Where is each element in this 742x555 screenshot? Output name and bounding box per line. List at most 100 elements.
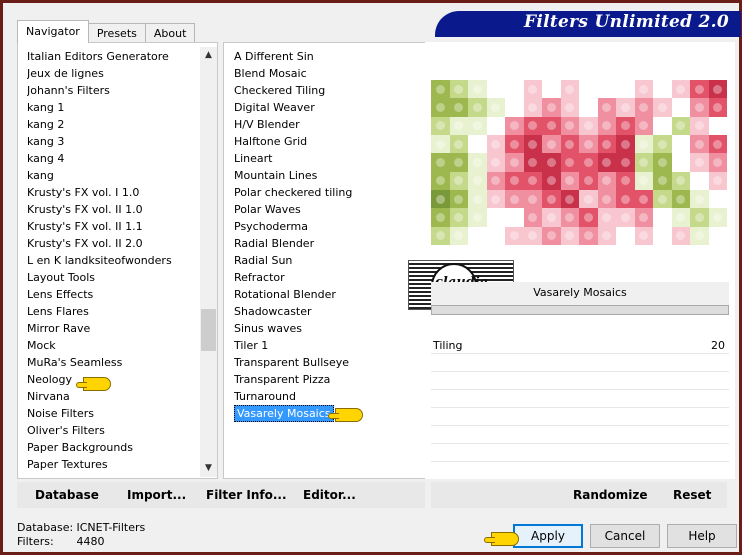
filter-list[interactable]: A Different Sin Blend Mosaic Checkered Til…: [234, 48, 422, 473]
category-item[interactable]: Jeux de lignes: [27, 65, 199, 82]
filter-item[interactable]: Blend Mosaic: [234, 65, 422, 82]
filters-label: Filters:: [17, 535, 54, 548]
tab-navigator[interactable]: Navigator: [17, 20, 89, 43]
reset-button[interactable]: Reset: [673, 488, 711, 502]
preview-tile: [616, 80, 635, 99]
right-button-bar: Randomize Reset: [431, 482, 727, 508]
category-item[interactable]: Layout Tools: [27, 269, 199, 286]
category-item[interactable]: kang: [27, 167, 199, 184]
filter-item[interactable]: Checkered Tiling: [234, 82, 422, 99]
preview-tile: [542, 226, 561, 245]
filter-item[interactable]: Lineart: [234, 150, 422, 167]
category-item[interactable]: kang 4: [27, 150, 199, 167]
preview-tile: [431, 171, 450, 190]
preview-tile: [597, 190, 616, 209]
preview-tile: [634, 226, 653, 245]
preview-slider[interactable]: [431, 305, 729, 315]
category-scrollbar[interactable]: ▲ ▼: [200, 47, 217, 477]
category-item[interactable]: Krusty's FX vol. II 1.1: [27, 218, 199, 235]
category-item[interactable]: Mock: [27, 337, 199, 354]
preview-tile: [523, 98, 542, 117]
import-button[interactable]: Import...: [127, 488, 186, 502]
category-item[interactable]: Mirror Rave: [27, 320, 199, 337]
filter-item[interactable]: Tiler 1: [234, 337, 422, 354]
filter-item[interactable]: Polar checkered tiling: [234, 184, 422, 201]
tab-about[interactable]: About: [144, 23, 196, 43]
preview-tile: [690, 190, 709, 209]
preview-tile: [449, 80, 468, 99]
filter-item-label: Refractor: [234, 271, 285, 284]
category-item[interactable]: Lens Flares: [27, 303, 199, 320]
preview-tile: [579, 116, 598, 135]
category-item[interactable]: Italian Editors Generatore: [27, 48, 199, 65]
preview-tile: [468, 171, 487, 190]
category-item[interactable]: MuRa's Seamless: [27, 354, 199, 371]
preview-tile: [597, 226, 616, 245]
filter-item[interactable]: Radial Sun: [234, 252, 422, 269]
category-item[interactable]: Oliver's Filters: [27, 422, 199, 439]
scroll-down-icon[interactable]: ▼: [200, 460, 217, 477]
filter-item-label: Lineart: [234, 152, 273, 165]
preview-tile: [505, 153, 524, 172]
filter-item[interactable]: Transparent Pizza: [234, 371, 422, 388]
param-row-tiling[interactable]: Tiling 20: [431, 336, 729, 354]
category-item[interactable]: L en K landksiteofwonders: [27, 252, 199, 269]
param-row-empty: [431, 372, 729, 390]
filter-item[interactable]: Digital Weaver: [234, 99, 422, 116]
param-value[interactable]: 20: [711, 339, 725, 352]
filter-item-label: Sinus waves: [234, 322, 302, 335]
preview-tile: [708, 171, 727, 190]
filter-item[interactable]: Refractor: [234, 269, 422, 286]
preview-tile: [708, 190, 727, 209]
category-item[interactable]: kang 2: [27, 116, 199, 133]
category-item[interactable]: Neology: [27, 371, 199, 388]
filter-item[interactable]: Mountain Lines: [234, 167, 422, 184]
preview-tile: [634, 135, 653, 154]
category-item[interactable]: kang 3: [27, 133, 199, 150]
filter-item[interactable]: Rotational Blender: [234, 286, 422, 303]
filter-item[interactable]: Turnaround: [234, 388, 422, 405]
category-item[interactable]: Krusty's FX vol. I 1.0: [27, 184, 199, 201]
filter-item[interactable]: H/V Blender: [234, 116, 422, 133]
preview-tile: [671, 153, 690, 172]
preview-tile: [449, 190, 468, 209]
category-list[interactable]: Italian Editors Generatore Jeux de lignes…: [27, 48, 199, 473]
scroll-thumb[interactable]: [201, 309, 216, 351]
filter-item-label: H/V Blender: [234, 118, 300, 131]
filter-item[interactable]: Transparent Bullseye: [234, 354, 422, 371]
filter-info-button[interactable]: Filter Info...: [206, 488, 287, 502]
category-item[interactable]: Krusty's FX vol. II 2.0: [27, 235, 199, 252]
category-item[interactable]: Paper Backgrounds: [27, 439, 199, 456]
randomize-button[interactable]: Randomize: [573, 488, 647, 502]
database-button[interactable]: Database: [35, 488, 99, 502]
preview-tile: [634, 190, 653, 209]
filter-item[interactable]: Sinus waves: [234, 320, 422, 337]
category-item[interactable]: Paper Textures: [27, 456, 199, 473]
category-item[interactable]: Noise Filters: [27, 405, 199, 422]
filter-item[interactable]: Polar Waves: [234, 201, 422, 218]
preview-tile: [579, 190, 598, 209]
preview-tile: [653, 80, 672, 99]
preview-tile: [523, 190, 542, 209]
filter-item[interactable]: Shadowcaster: [234, 303, 422, 320]
category-item[interactable]: kang 1: [27, 99, 199, 116]
param-label: Tiling: [433, 339, 463, 352]
category-item[interactable]: Lens Effects: [27, 286, 199, 303]
scroll-up-icon[interactable]: ▲: [200, 47, 217, 64]
preview-tile: [449, 226, 468, 245]
filter-item[interactable]: Radial Blender: [234, 235, 422, 252]
filter-item[interactable]: Halftone Grid: [234, 133, 422, 150]
editor-button[interactable]: Editor...: [303, 488, 356, 502]
category-item[interactable]: Johann's Filters: [27, 82, 199, 99]
preview-tile: [579, 208, 598, 227]
category-item[interactable]: Krusty's FX vol. II 1.0: [27, 201, 199, 218]
cancel-button[interactable]: Cancel: [590, 524, 660, 548]
filter-item[interactable]: Psychoderma: [234, 218, 422, 235]
help-button[interactable]: Help: [667, 524, 737, 548]
preview-tile: [542, 208, 561, 227]
filter-item[interactable]: A Different Sin: [234, 48, 422, 65]
preview-tile: [468, 98, 487, 117]
category-item[interactable]: Nirvana: [27, 388, 199, 405]
tab-presets[interactable]: Presets: [87, 23, 146, 43]
apply-button[interactable]: Apply: [513, 524, 583, 548]
